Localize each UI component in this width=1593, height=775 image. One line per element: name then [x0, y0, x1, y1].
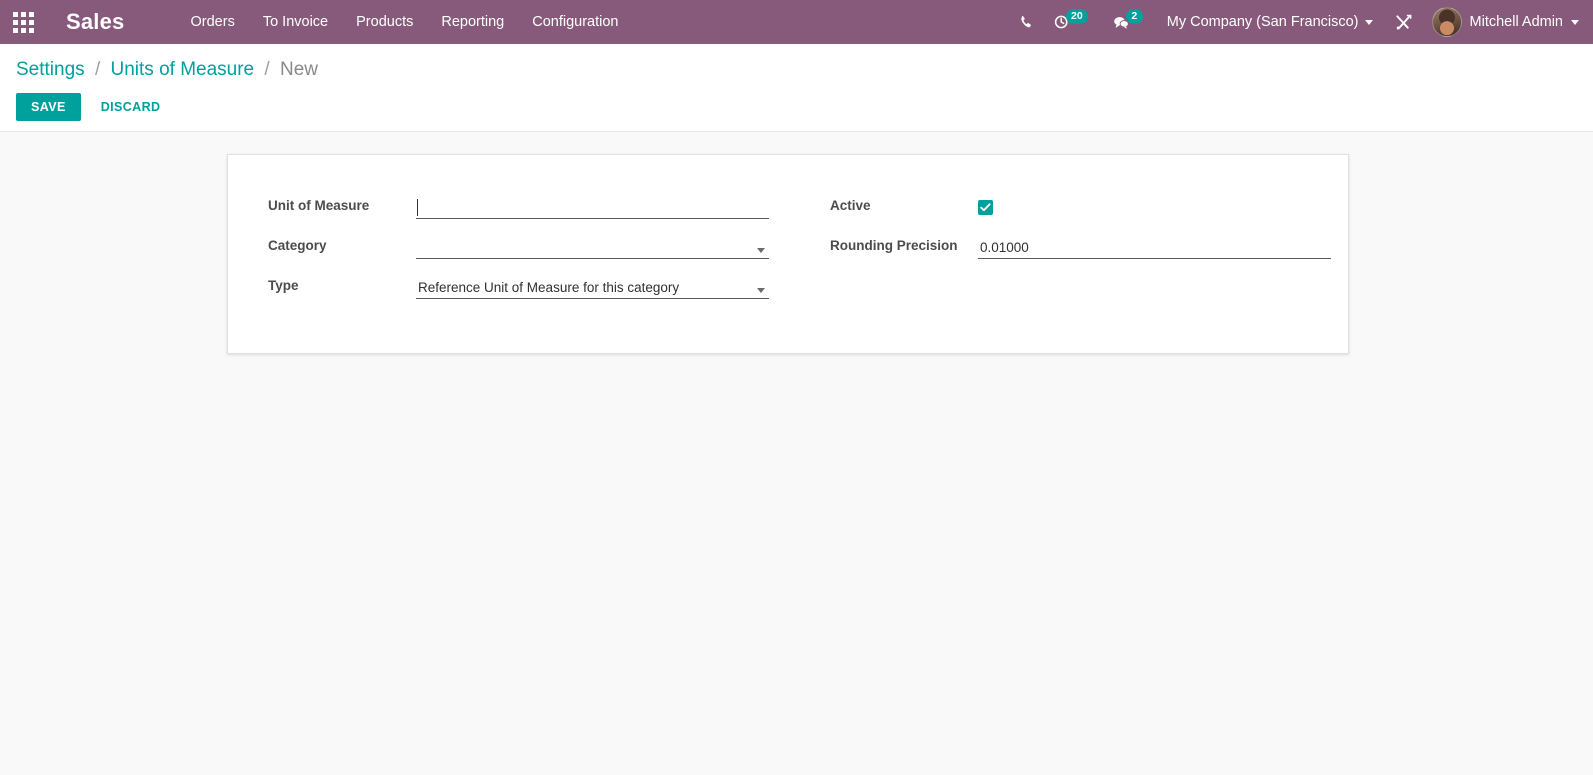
field-label-unit-of-measure: Unit of Measure	[268, 198, 370, 213]
active-checkbox[interactable]	[978, 200, 993, 215]
text-caret	[417, 199, 418, 216]
breadcrumb-item-current: New	[279, 59, 318, 80]
field-type: Type	[268, 273, 788, 299]
activities-count-badge: 20	[1066, 8, 1088, 24]
user-menu[interactable]: Mitchell Admin	[1424, 0, 1579, 44]
menu-item-reporting[interactable]: Reporting	[427, 0, 518, 44]
activities-button[interactable]: 20	[1044, 0, 1102, 44]
messages-button[interactable]: 2	[1102, 0, 1157, 44]
form-column-right: Active Rounding Precision	[788, 193, 1331, 313]
menu-item-to-invoice[interactable]: To Invoice	[249, 0, 342, 44]
breadcrumb-item-units-of-measure[interactable]: Units of Measure	[111, 59, 255, 80]
breadcrumb: Settings / Units of Measure / New	[16, 58, 1577, 82]
unit-of-measure-input[interactable]	[416, 198, 769, 219]
avatar	[1431, 7, 1462, 37]
check-icon	[980, 203, 991, 212]
chevron-down-icon	[1364, 19, 1373, 25]
category-select[interactable]	[416, 238, 769, 259]
debug-tools-button[interactable]	[1383, 0, 1424, 44]
field-label-rounding-precision: Rounding Precision	[830, 238, 958, 253]
form-sheet: Unit of Measure Category Type Reference …	[227, 154, 1349, 354]
form-view: Unit of Measure Category Type Reference …	[0, 132, 1593, 354]
top-navbar: Sales Orders To Invoice Products Reporti…	[0, 0, 1593, 44]
type-select[interactable]	[416, 278, 769, 299]
field-unit-of-measure: Unit of Measure	[268, 193, 788, 219]
field-rounding-precision: Rounding Precision	[830, 233, 1331, 259]
app-brand-sales[interactable]: Sales	[66, 0, 125, 44]
save-button[interactable]: SAVE	[16, 93, 81, 121]
breadcrumb-separator: /	[264, 59, 270, 80]
field-label-category: Category	[268, 238, 327, 253]
record-actions: SAVE DISCARD	[16, 93, 1577, 121]
chevron-down-icon	[1571, 19, 1579, 25]
control-panel: Settings / Units of Measure / New SAVE D…	[0, 44, 1593, 132]
category-input[interactable]	[416, 238, 769, 259]
phone-button[interactable]	[1009, 0, 1044, 44]
phone-icon	[1021, 15, 1031, 27]
form-columns: Unit of Measure Category Type Reference …	[268, 193, 1331, 313]
navbar-right-tools: 20 2 My Company (San Francisco) Mitchell…	[1009, 0, 1593, 44]
company-selector[interactable]: My Company (San Francisco)	[1157, 0, 1383, 44]
field-active: Active	[830, 193, 1308, 219]
breadcrumb-item-settings[interactable]: Settings	[16, 59, 85, 80]
main-menu: Orders To Invoice Products Reporting Con…	[177, 0, 633, 44]
field-label-active: Active	[830, 198, 871, 213]
rounding-precision-input[interactable]	[978, 238, 1331, 259]
breadcrumb-separator: /	[94, 59, 101, 80]
discard-button[interactable]: DISCARD	[91, 93, 171, 121]
company-name: My Company (San Francisco)	[1166, 14, 1359, 30]
field-label-type: Type	[268, 278, 299, 293]
debug-tools-icon	[1395, 14, 1411, 29]
menu-item-products[interactable]: Products	[342, 0, 427, 44]
type-input[interactable]	[416, 278, 769, 299]
menu-item-configuration[interactable]: Configuration	[518, 0, 632, 44]
menu-item-orders[interactable]: Orders	[177, 0, 249, 44]
user-name: Mitchell Admin	[1469, 14, 1563, 30]
form-column-left: Unit of Measure Category Type Reference …	[268, 193, 788, 313]
apps-launcher-button[interactable]	[0, 0, 46, 44]
field-category: Category	[268, 233, 788, 259]
messages-count-badge: 2	[1125, 8, 1143, 24]
apps-grid-icon	[12, 11, 34, 33]
